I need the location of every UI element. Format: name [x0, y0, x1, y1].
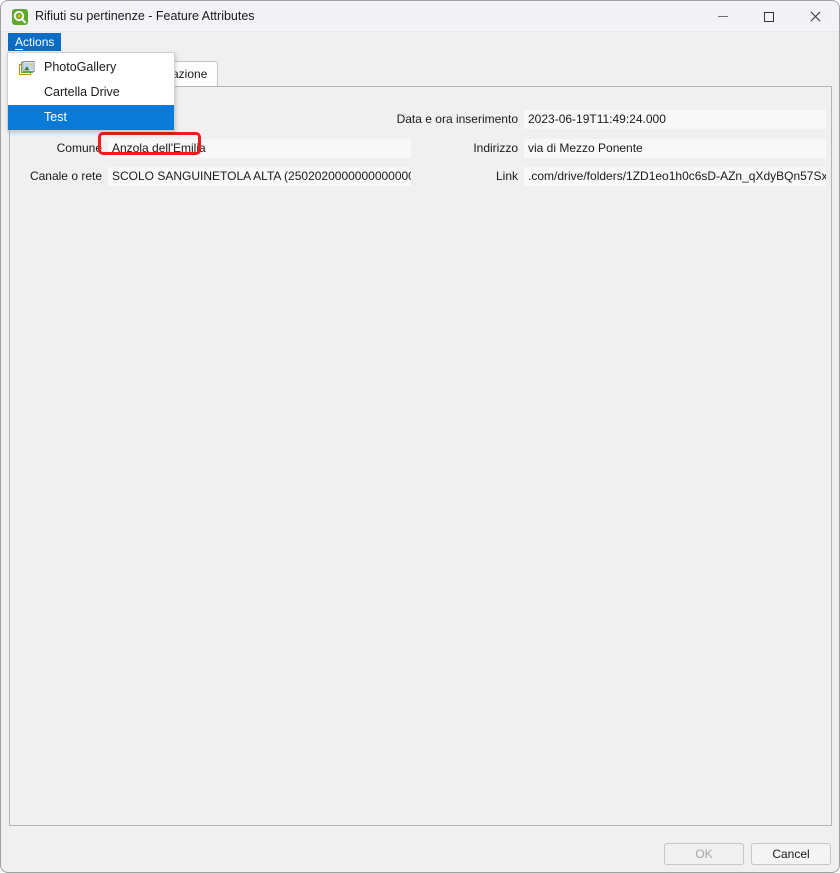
- feature-attributes-dialog: Rifiuti su pertinenze - Feature Attribut…: [0, 0, 840, 873]
- menu-item-label-test: Test: [44, 110, 67, 124]
- attribute-form-scroll-area[interactable]: Comune Anzola dell'Emilia Canale o rete …: [9, 86, 832, 826]
- ok-button[interactable]: OK: [664, 843, 744, 865]
- qgis-logo-icon: [12, 9, 28, 25]
- actions-dropdown-menu: PhotoGallery Cartella Drive Test: [7, 52, 175, 131]
- field-value-data-e-ora-inserimento[interactable]: 2023-06-19T11:49:24.000: [524, 110, 826, 129]
- field-label-link: Link: [495, 169, 518, 183]
- menu-bar: Actions: [2, 32, 839, 52]
- maximize-icon[interactable]: [746, 1, 792, 32]
- menu-item-label-photogallery: PhotoGallery: [44, 60, 117, 74]
- field-label-data-e-ora-inserimento: Data e ora inserimento: [396, 112, 518, 126]
- photo-gallery-icon: [19, 60, 35, 75]
- field-value-link[interactable]: .com/drive/folders/1ZD1eo1h0c6sD-AZn_qXd…: [524, 167, 826, 186]
- menu-item-photogallery[interactable]: PhotoGallery: [8, 55, 174, 80]
- field-label-comune: Comune: [56, 141, 102, 155]
- close-icon[interactable]: [792, 1, 838, 32]
- field-value-canale-o-rete[interactable]: SCOLO SANGUINETOLA ALTA (250202000000000…: [108, 167, 411, 186]
- menu-actions[interactable]: Actions: [8, 33, 62, 51]
- attribute-form: Comune Anzola dell'Emilia Canale o rete …: [16, 93, 826, 819]
- menu-actions-mnemonic: A: [15, 35, 24, 50]
- cancel-button[interactable]: Cancel: [751, 843, 831, 865]
- menu-item-test[interactable]: Test: [8, 105, 174, 130]
- field-label-canale-o-rete: Canale o rete: [29, 169, 102, 183]
- field-label-indirizzo: Indirizzo: [473, 141, 518, 155]
- title-bar: Rifiuti su pertinenze - Feature Attribut…: [1, 1, 839, 32]
- minimize-icon[interactable]: [700, 1, 746, 32]
- menu-actions-label: ctions: [23, 35, 55, 49]
- field-value-indirizzo[interactable]: via di Mezzo Ponente: [524, 139, 826, 158]
- window-title: Rifiuti su pertinenze - Feature Attribut…: [35, 9, 255, 23]
- menu-item-cartella-drive[interactable]: Cartella Drive: [8, 80, 174, 105]
- field-value-comune[interactable]: Anzola dell'Emilia: [108, 139, 411, 158]
- menu-item-label-cartella-drive: Cartella Drive: [44, 85, 120, 99]
